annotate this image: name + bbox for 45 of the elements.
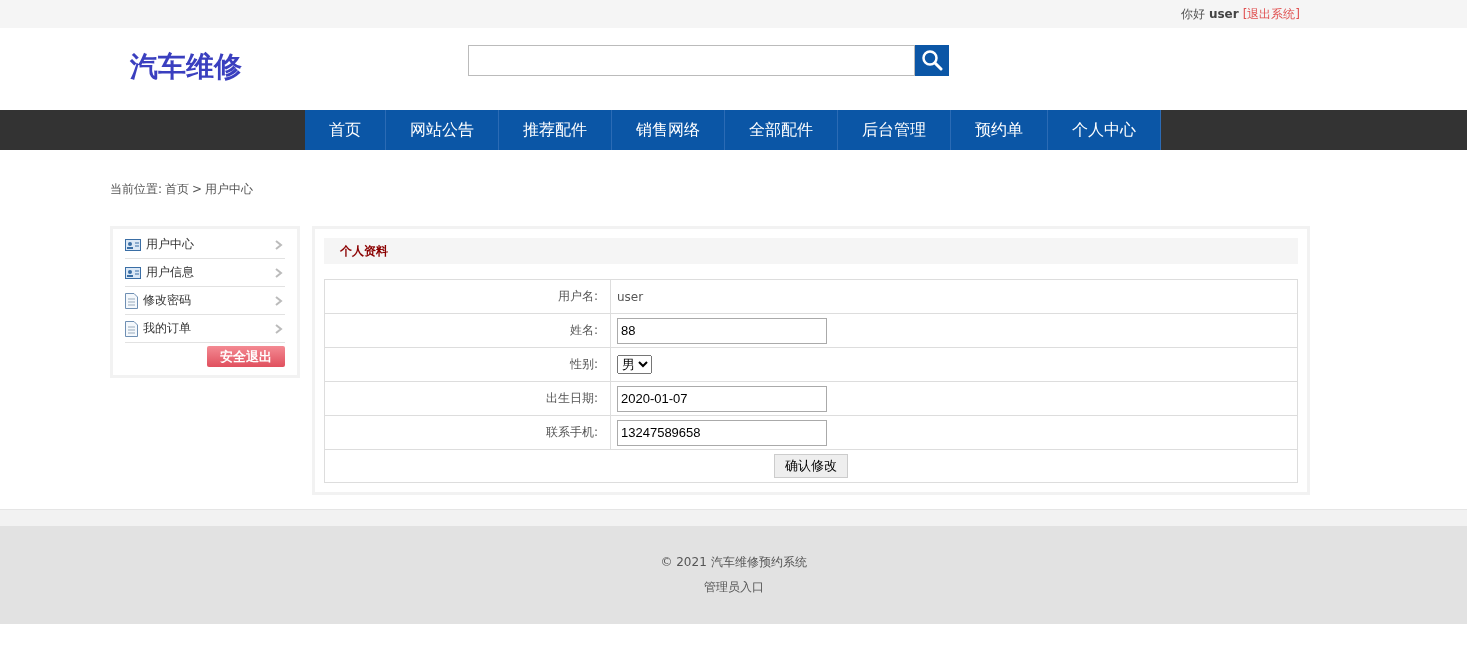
chevron-icon (275, 267, 283, 278)
sidebar-item[interactable]: 用户信息 (125, 259, 285, 287)
field-label: 联系手机: (545, 425, 598, 439)
field-label: 出生日期: (545, 391, 598, 405)
breadcrumb-label: 当前位置: (110, 180, 163, 198)
nav-tab[interactable]: 个人中心 (1048, 110, 1161, 150)
input-field[interactable]: 88 (617, 317, 827, 344)
nav-tab[interactable]: 首页 (305, 110, 386, 150)
nav-tab[interactable]: 全部配件 (725, 110, 838, 150)
search-icon (921, 49, 943, 71)
chevron-icon (275, 239, 283, 250)
id-card-icon (125, 266, 141, 279)
submit-button[interactable]: 确认修改 (774, 454, 848, 478)
nav-tab[interactable]: 销售网络 (612, 110, 725, 150)
nav-tab[interactable]: 后台管理 (838, 110, 951, 150)
document-icon (125, 320, 138, 337)
section-title: 个人资料 (324, 238, 1298, 264)
copyright-text: © 2021 汽车维修预约系统 (660, 554, 807, 571)
breadcrumb-link[interactable]: 首页 (165, 180, 190, 198)
input-field[interactable]: 13247589658 (617, 419, 827, 446)
field-value: user (617, 289, 644, 304)
nav-tab[interactable]: 推荐配件 (499, 110, 612, 150)
field-label: 性别: (569, 357, 598, 371)
sidebar-item[interactable]: 我的订单 (125, 315, 285, 343)
field-label: 用户名: (557, 289, 598, 303)
greeting-text: 你好 (1180, 5, 1205, 23)
logout-link[interactable]: [退出系统] (1242, 5, 1300, 23)
search-button[interactable] (915, 44, 949, 76)
document-icon (125, 292, 138, 309)
input-field[interactable]: 2020-01-07 (617, 385, 827, 412)
sidebar-item[interactable]: 用户中心 (125, 231, 285, 259)
breadcrumb-current: 用户中心 (205, 180, 254, 198)
id-card-icon (125, 238, 141, 251)
breadcrumb-separator: > (192, 182, 203, 196)
chevron-icon (275, 323, 283, 334)
site-logo: 汽车维修 (130, 49, 243, 85)
username-text: user (1208, 7, 1239, 21)
admin-link[interactable]: 管理员入口 (703, 579, 764, 596)
nav-tab[interactable]: 预约单 (951, 110, 1048, 150)
gender-select[interactable]: 男 (617, 355, 652, 374)
chevron-icon (275, 295, 283, 306)
nav-tab[interactable]: 网站公告 (386, 110, 499, 150)
field-label: 姓名: (569, 323, 598, 337)
search-field[interactable] (468, 44, 915, 76)
sidebar-item[interactable]: 修改密码 (125, 287, 285, 315)
